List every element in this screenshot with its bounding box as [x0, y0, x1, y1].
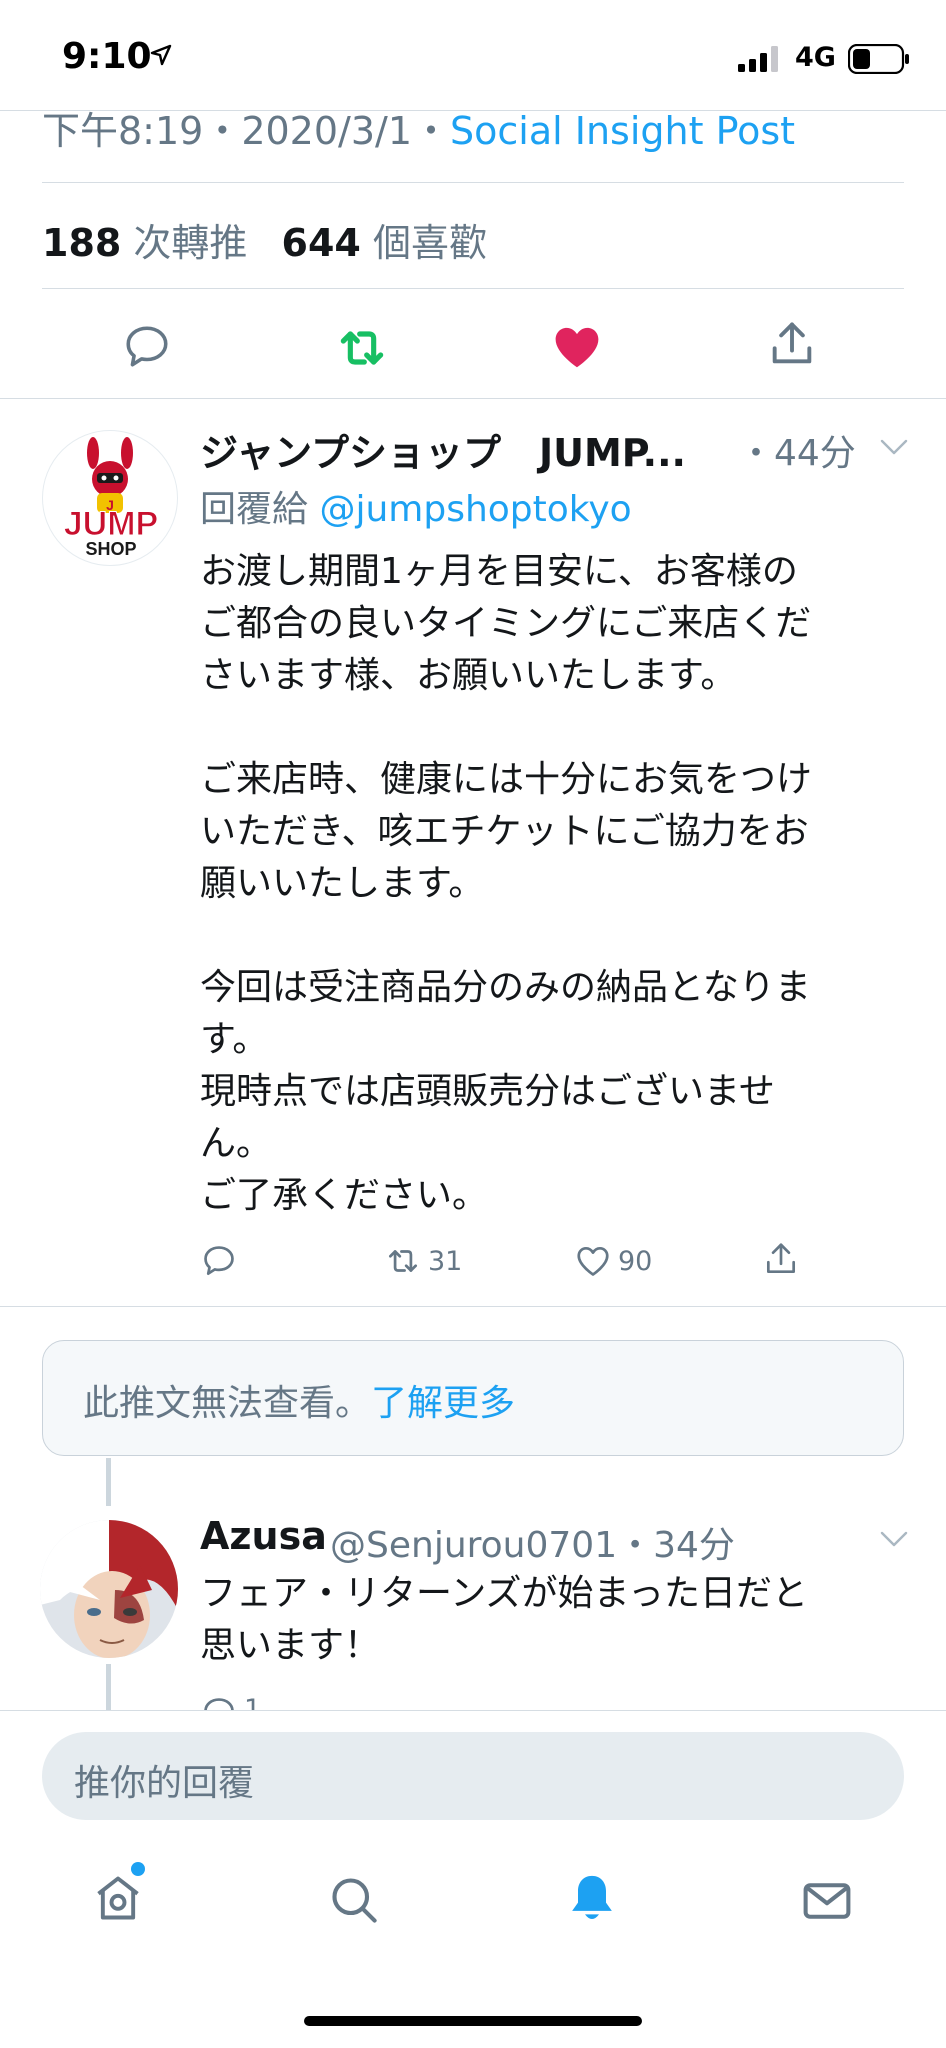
tweet-time: ・44分 [738, 433, 856, 474]
reply-icon[interactable] [122, 322, 172, 372]
cellular-signal-icon [738, 46, 778, 72]
avatar-azusa[interactable] [40, 1520, 178, 1658]
like-label[interactable]: 個喜歡 [373, 221, 487, 265]
notifications-bell-icon[interactable] [564, 1870, 620, 1926]
retweet-label[interactable]: 次轉推 [133, 221, 247, 265]
like-heart-filled-icon[interactable] [550, 320, 604, 374]
reply-icon [204, 1246, 234, 1276]
status-bar: 9:10 4G [0, 0, 946, 110]
tweet-unavailable-notice: 此推文無法查看。了解更多 [42, 1340, 904, 1456]
logo-text-shop: SHOP [85, 539, 136, 559]
reply-input[interactable]: 推你的回覆 [42, 1732, 904, 1820]
battery-icon [848, 44, 909, 74]
display-name[interactable]: Azusa [200, 1514, 327, 1558]
tweet-timestamp: 下午8:19・2020/3/1・ [42, 109, 450, 153]
retweet-action[interactable]: 31 [384, 1242, 462, 1280]
search-icon[interactable] [328, 1874, 380, 1926]
like-count[interactable]: 644 [282, 221, 361, 265]
divider [0, 1306, 946, 1307]
avatar-jumpshop[interactable]: J JUMP SHOP [42, 430, 178, 566]
chevron-down-icon[interactable] [880, 438, 908, 456]
tweet-text: お渡し期間1ヶ月を目安に、お客様の ご都合の良いタイミングにご来店くだ さいます… [200, 551, 813, 1216]
like-action[interactable]: 90 [574, 1242, 652, 1280]
jumpshop-logo-icon: J JUMP SHOP [63, 437, 159, 559]
replying-to-label: 回覆給 [200, 489, 309, 530]
reply-action[interactable]: 1 [200, 1694, 261, 1710]
location-arrow-icon [150, 44, 172, 66]
share-action[interactable] [762, 1240, 806, 1278]
chevron-down-icon[interactable] [880, 1530, 908, 1548]
new-content-dot [131, 1862, 145, 1876]
status-time: 9:10 [62, 36, 152, 77]
learn-more-link[interactable]: 了解更多 [371, 1383, 515, 1424]
replying-to-handle[interactable]: @jumpshoptokyo [319, 489, 631, 530]
reply-action[interactable] [200, 1242, 244, 1280]
retweet-count: 31 [428, 1245, 463, 1277]
display-name[interactable]: ジャンプショップ JUMP... [200, 422, 686, 477]
replying-to: 回覆給 @jumpshoptokyo [200, 480, 632, 532]
tweet-stats: 188 次轉推 644 個喜歡 [42, 212, 509, 267]
divider [42, 182, 904, 183]
tweet-text: フェア・リターンズが始まった日だと 思います！ [200, 1573, 809, 1666]
handle-and-time: @Senjurou0701・34分 [330, 1525, 735, 1566]
home-indicator [304, 2016, 642, 2026]
logo-text-jump: JUMP [64, 505, 158, 543]
retweet-icon [388, 1250, 418, 1272]
like-count: 90 [618, 1245, 653, 1277]
reply-count: 1 [244, 1694, 262, 1710]
like-heart-icon [577, 1246, 609, 1276]
retweet-icon[interactable] [334, 320, 390, 376]
home-icon[interactable] [92, 1872, 144, 1924]
messages-mail-icon[interactable] [800, 1874, 854, 1928]
anime-avatar-icon [40, 1520, 178, 1658]
thread-line [106, 1664, 111, 1710]
divider [42, 288, 904, 289]
share-icon [766, 1243, 796, 1274]
network-type: 4G [795, 42, 836, 73]
thread-line [106, 1458, 111, 1506]
divider [0, 398, 946, 399]
reply-icon [204, 1698, 234, 1710]
unavailable-text: 此推文無法查看。 [83, 1383, 372, 1424]
retweet-count[interactable]: 188 [42, 221, 121, 265]
tweet-source-link[interactable]: Social Insight Post [450, 110, 795, 153]
share-icon[interactable] [766, 318, 818, 370]
